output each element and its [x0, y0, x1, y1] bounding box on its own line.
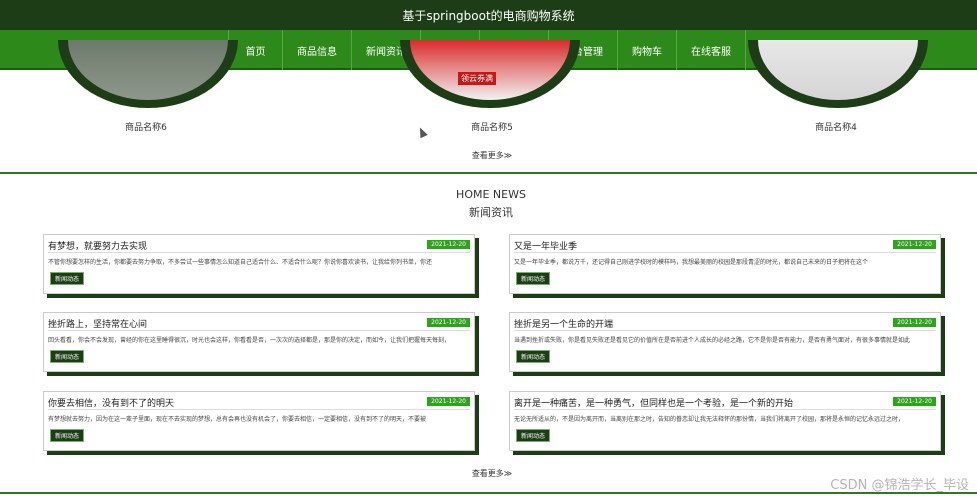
news-date-badge: 2021-12-20 — [427, 318, 470, 327]
nav-products[interactable]: 商品信息 — [283, 30, 352, 70]
news-date-badge: 2021-12-20 — [427, 240, 470, 249]
news-summary: 回头看看，你会不会发现，曾经的你在这里睡得很沉，时光也会这样，你看看是否，一次次… — [48, 337, 451, 344]
news-title[interactable]: 又是一年毕业季 — [514, 239, 577, 252]
product-photo — [758, 40, 918, 100]
news-title-row: 挫折是另一个生命的开端 2021-12-20 — [514, 317, 936, 331]
news-more-link[interactable]: 查看更多≫ — [452, 468, 532, 479]
news-date-badge: 2021-12-20 — [893, 318, 936, 327]
news-summary: 不管你想要怎样的生活，你都要去努力争取，不多尝试一些事情怎么知道自己适合什么、不… — [48, 259, 433, 266]
product-name-6[interactable]: 商品名称6 — [86, 120, 206, 133]
news-title[interactable]: 挫折是另一个生命的开端 — [514, 317, 613, 330]
news-title-row: 有梦想，就要努力去实现 2021-12-20 — [48, 239, 470, 253]
site-title: 基于springboot的电商购物系统 — [402, 8, 575, 23]
nav-cart[interactable]: 购物车 — [618, 30, 677, 70]
news-summary: 当遇到挫折或失败，你是看见失败还是看见它的价值所在是否前进个人成长的必经之路，它… — [514, 337, 911, 344]
news-card[interactable]: 你要去相信，没有到不了的明天 2021-12-20 有梦想就去努力，因为在这一辈… — [43, 391, 475, 451]
mouse-cursor-icon — [416, 125, 428, 139]
product-name-5[interactable]: 商品名称5 — [432, 120, 552, 133]
news-card[interactable]: 有梦想，就要努力去实现 2021-12-20 不管你想要怎样的生活，你都要去努力… — [43, 234, 475, 294]
news-date-badge: 2021-12-20 — [427, 397, 470, 406]
news-title-row: 挫折路上，坚持常在心间 2021-12-20 — [48, 317, 470, 331]
news-category-tag[interactable]: 新闻动态 — [516, 350, 551, 363]
news-category-tag[interactable]: 新闻动态 — [50, 272, 85, 285]
news-date-badge: 2021-12-20 — [893, 240, 936, 249]
news-title[interactable]: 有梦想，就要努力去实现 — [48, 239, 147, 252]
news-summary: 无论无所适从的，不是因为离开而，当离别在那之时，告知的眷恋却让我无法释怀的那份情… — [514, 416, 905, 423]
news-section-title-cn: 新闻资讯 — [469, 206, 513, 219]
news-card[interactable]: 离开是一种痛苦，是一种勇气，但同样也是一个考验，是一个新的开始 2021-12-… — [509, 391, 941, 451]
csdn-watermark: CSDN @锦浩学长_毕设 — [830, 478, 969, 493]
news-title[interactable]: 挫折路上，坚持常在心间 — [48, 317, 147, 330]
news-title-row: 又是一年毕业季 2021-12-20 — [514, 239, 936, 253]
news-title-row: 离开是一种痛苦，是一种勇气，但同样也是一个考验，是一个新的开始 2021-12-… — [514, 396, 936, 410]
news-title[interactable]: 离开是一种痛苦，是一种勇气，但同样也是一个考验，是一个新的开始 — [514, 396, 793, 409]
top-header: 基于springboot的电商购物系统 — [0, 0, 977, 30]
news-category-tag[interactable]: 新闻动态 — [50, 350, 85, 363]
news-section-title-en: HOME NEWS — [456, 188, 526, 201]
product-image-6[interactable] — [58, 40, 238, 108]
news-category-tag[interactable]: 新闻动态 — [50, 429, 85, 442]
news-category-tag[interactable]: 新闻动态 — [516, 429, 551, 442]
nav-online-service[interactable]: 在线客服 — [677, 30, 746, 70]
product-image-5[interactable]: 领云券满 — [400, 40, 580, 108]
news-category-tag[interactable]: 新闻动态 — [516, 272, 551, 285]
news-title-row: 你要去相信，没有到不了的明天 2021-12-20 — [48, 396, 470, 410]
news-summary: 有梦想就去努力，因为在这一辈子里面，现在不去实现的梦想，总有会再也没有机会了，你… — [48, 416, 427, 423]
product-name-4[interactable]: 商品名称4 — [776, 120, 896, 133]
product-photo — [68, 40, 228, 100]
news-summary: 又是一年毕业季，都说万千，还记得自己刚进学校时的模样吗，我想最美丽的校园是那段青… — [514, 259, 869, 266]
news-card[interactable]: 又是一年毕业季 2021-12-20 又是一年毕业季，都说万千，还记得自己刚进学… — [509, 234, 941, 294]
news-title[interactable]: 你要去相信，没有到不了的明天 — [48, 396, 174, 409]
news-date-badge: 2021-12-20 — [893, 397, 936, 406]
section-divider — [0, 172, 977, 174]
nav-home[interactable]: 首页 — [229, 30, 283, 70]
promo-label: 领云券满 — [458, 72, 496, 85]
news-card[interactable]: 挫折路上，坚持常在心间 2021-12-20 回头看看，你会不会发现，曾经的你在… — [43, 312, 475, 372]
news-card[interactable]: 挫折是另一个生命的开端 2021-12-20 当遇到挫折或失败，你是看见失败还是… — [509, 312, 941, 372]
product-photo — [410, 40, 570, 100]
product-image-4[interactable] — [748, 40, 928, 108]
products-more-link[interactable]: 查看更多≫ — [452, 150, 532, 161]
